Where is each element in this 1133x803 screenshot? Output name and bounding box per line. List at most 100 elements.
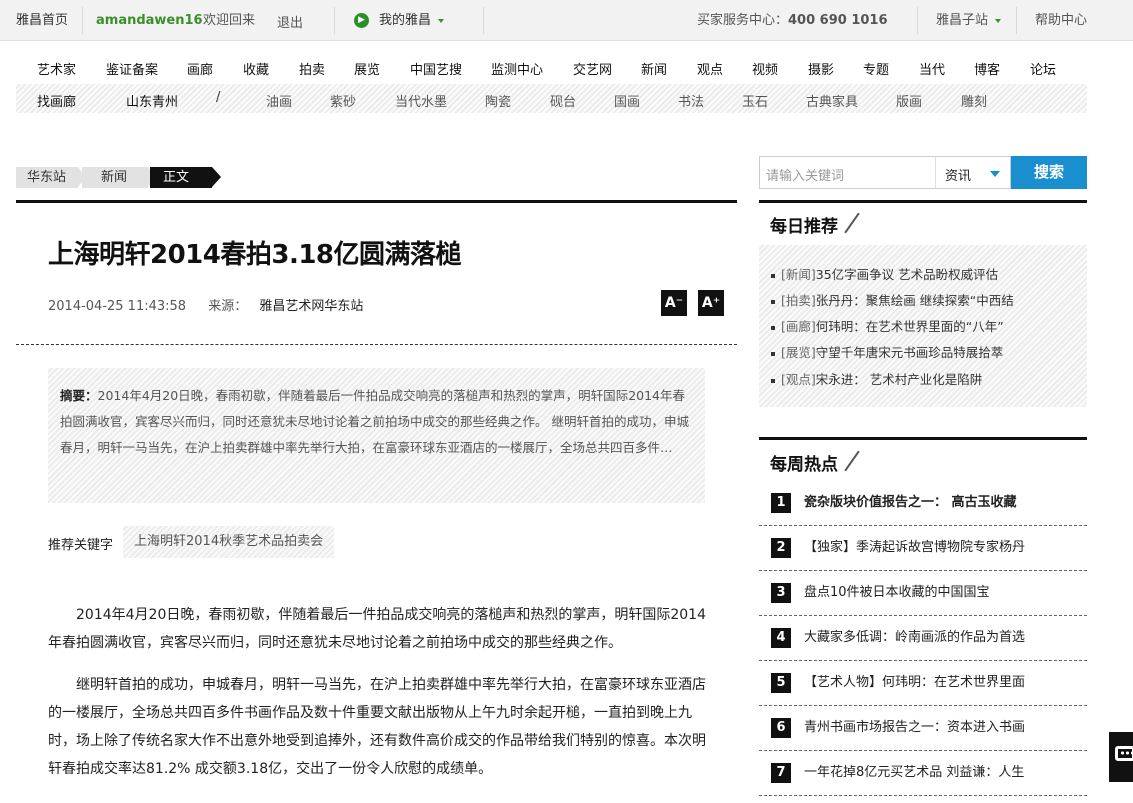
subnav-item-chinese-painting[interactable]: 国画: [614, 91, 640, 110]
source-label: 来源：: [208, 299, 248, 314]
search-category-select[interactable]: 资讯: [935, 156, 1011, 189]
keyword-tag[interactable]: 上海明轩2014秋季艺术品拍卖会: [123, 526, 335, 558]
nav-item-contemporary[interactable]: 当代: [919, 59, 945, 78]
subnav-item-oil-painting[interactable]: 油画: [266, 91, 292, 110]
username-link[interactable]: amandawen16: [96, 13, 203, 29]
nav-item-forum[interactable]: 论坛: [1030, 59, 1056, 78]
hot-item[interactable]: 1 瓷杂版块价值报告之一： 高古玉收藏: [759, 481, 1087, 526]
item-title: 何玮明：在艺术世界里面的“八年”: [815, 319, 1004, 334]
item-category: [观点]: [781, 372, 816, 387]
article-paragraph: 2014年4月20日晚，春雨初歇，伴随着最后一件拍品成交响亮的落槌声和热烈的掌声…: [48, 607, 706, 651]
sub-sites-label: 雅昌子站: [936, 13, 989, 28]
nav-item-monitoring[interactable]: 监测中心: [491, 59, 543, 78]
nav-item-authentication[interactable]: 鉴证备案: [106, 59, 158, 78]
subnav-item-jade[interactable]: 玉石: [742, 91, 768, 110]
article-divider: [16, 344, 737, 345]
nav-item-artist[interactable]: 艺术家: [37, 59, 76, 78]
buyer-service: 买家服务中心：400 690 1016: [697, 13, 888, 29]
home-link[interactable]: 雅昌首页: [16, 13, 68, 29]
article-source-link[interactable]: 雅昌艺术网华东站: [259, 299, 363, 314]
item-category: [拍卖]: [781, 293, 816, 308]
logout-link[interactable]: 退出: [277, 16, 303, 32]
item-title: 张丹丹：聚焦绘画 继续探索“中西结: [815, 293, 1014, 308]
help-center-link[interactable]: 帮助中心: [1035, 13, 1087, 29]
rank-badge: 6: [771, 718, 791, 738]
nav-item-news[interactable]: 新闻: [641, 59, 667, 78]
subnav-item-calligraphy[interactable]: 书法: [678, 91, 704, 110]
nav-item-video[interactable]: 视频: [752, 59, 778, 78]
article-top-rule: [16, 200, 737, 203]
chevron-down-icon: [995, 18, 1002, 23]
subnav-divider: /: [216, 90, 221, 105]
nav-item-auction[interactable]: 拍卖: [299, 59, 325, 78]
chat-float-button[interactable]: [1109, 732, 1133, 782]
subnav-item-ceramics[interactable]: 陶瓷: [485, 91, 511, 110]
list-item[interactable]: [新闻]35亿字画争议 艺术品盼权威评估: [771, 264, 998, 283]
bullet-icon: [771, 378, 775, 383]
chevron-down-icon: [438, 18, 445, 23]
bullet-icon: [771, 273, 775, 278]
hot-item[interactable]: 7 一年花掉8亿元买艺术品 刘益谦：人生: [759, 751, 1087, 796]
breadcrumb-item-current: 正文: [150, 167, 212, 188]
nav-item-topics[interactable]: 专题: [863, 59, 889, 78]
bullet-icon: [771, 351, 775, 356]
subnav-item-ink[interactable]: 当代水墨: [395, 91, 447, 110]
rank-badge: 2: [771, 538, 791, 558]
nav-item-art-search[interactable]: 中国艺搜: [410, 59, 462, 78]
subnav-item-print[interactable]: 版画: [896, 91, 922, 110]
hot-item-title: 【独家】季涛起诉故宫博物院专家杨丹: [804, 540, 1026, 555]
rank-badge: 5: [771, 673, 791, 693]
region-link[interactable]: 山东青州: [126, 91, 178, 110]
hot-item-title: 青州书画市场报告之一：资本进入书画: [804, 720, 1026, 735]
breadcrumb-item-news[interactable]: 新闻: [82, 167, 148, 188]
item-title: 宋永进： 艺术村产业化是陷阱: [815, 372, 983, 387]
rank-badge: 1: [771, 493, 791, 513]
subnav-item-classical-furniture[interactable]: 古典家具: [806, 91, 858, 110]
list-item[interactable]: [展览]守望千年唐宋元书画珍品特展拾萃: [771, 342, 1003, 361]
nav-item-collection[interactable]: 收藏: [243, 59, 269, 78]
article-title: 上海明轩2014春拍3.18亿圆满落槌: [48, 240, 462, 270]
nav-item-opinion[interactable]: 观点: [697, 59, 723, 78]
divider: [334, 7, 335, 34]
rank-badge: 7: [771, 763, 791, 783]
search-input[interactable]: 请输入关键词: [759, 156, 935, 189]
nav-item-jiaoyi[interactable]: 交艺网: [573, 59, 612, 78]
breadcrumb-arrow: [212, 167, 221, 187]
search-button[interactable]: 搜索: [1011, 156, 1087, 189]
nav-item-gallery[interactable]: 画廊: [187, 59, 213, 78]
hot-item[interactable]: 4 大藏家多低调：岭南画派的作品为首选: [759, 616, 1087, 661]
sub-nav: 找画廊 山东青州 / 油画 紫砂 当代水墨 陶瓷 砚台 国画 书法 玉石 古典家…: [16, 84, 1087, 113]
hot-item[interactable]: 2 【独家】季涛起诉故宫博物院专家杨丹: [759, 526, 1087, 571]
dropdown-arrow-icon: [990, 171, 1000, 177]
subnav-item-zisha[interactable]: 紫砂: [330, 91, 356, 110]
divider: [483, 7, 484, 34]
find-gallery-link[interactable]: 找画廊: [37, 91, 76, 110]
font-smaller-button[interactable]: A⁻: [661, 290, 687, 316]
breadcrumb-item-east-china[interactable]: 华东站: [16, 167, 78, 188]
sub-sites-menu[interactable]: 雅昌子站: [936, 13, 1002, 29]
rank-badge: 4: [771, 628, 791, 648]
item-category: [画廊]: [781, 319, 816, 334]
article-meta: 2014-04-25 11:43:58 来源： 雅昌艺术网华东站: [48, 295, 363, 314]
daily-panel-rule: [759, 200, 1087, 203]
list-item[interactable]: [观点]宋永进： 艺术村产业化是陷阱: [771, 369, 982, 388]
subnav-item-inkstone[interactable]: 砚台: [550, 91, 576, 110]
divider: [917, 7, 918, 34]
item-title: 守望千年唐宋元书画珍品特展拾萃: [815, 345, 1004, 360]
hotline-number: 400 690 1016: [788, 13, 888, 28]
nav-item-blog[interactable]: 博客: [974, 59, 1000, 78]
list-item[interactable]: [画廊]何玮明：在艺术世界里面的“八年”: [771, 316, 1004, 335]
summary-text: 2014年4月20日晚，春雨初歇，伴随着最后一件拍品成交响亮的落槌声和热烈的掌声…: [60, 388, 689, 455]
hot-item[interactable]: 6 青州书画市场报告之一：资本进入书画: [759, 706, 1087, 751]
list-item[interactable]: [拍卖]张丹丹：聚焦绘画 继续探索“中西结: [771, 290, 1014, 309]
summary-label: 摘要：: [60, 388, 98, 403]
title-slash-icon: [844, 450, 860, 472]
hot-item[interactable]: 3 盘点10件被日本收藏的中国国宝: [759, 571, 1087, 616]
subnav-item-sculpture[interactable]: 雕刻: [961, 91, 987, 110]
hot-item[interactable]: 5 【艺术人物】何玮明：在艺术世界里面: [759, 661, 1087, 706]
nav-item-exhibition[interactable]: 展览: [354, 59, 380, 78]
nav-item-photography[interactable]: 摄影: [808, 59, 834, 78]
font-larger-button[interactable]: A⁺: [698, 290, 724, 316]
my-yachang-menu[interactable]: ▶ 我的雅昌: [354, 13, 445, 29]
divider: [1016, 7, 1017, 34]
